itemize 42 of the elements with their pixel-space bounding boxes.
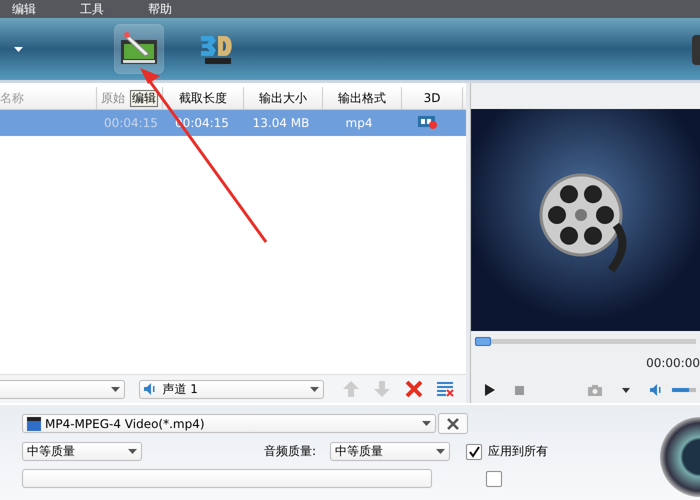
- audio-quality-label: 音频质量:: [264, 443, 316, 460]
- column-header[interactable]: 3D: [402, 87, 463, 109]
- 3d-off-icon: [418, 114, 438, 128]
- audio-track-dropdown[interactable]: 声道 1: [139, 380, 324, 398]
- menu-item[interactable]: 工具: [80, 0, 104, 18]
- edit-video-button[interactable]: [115, 25, 163, 73]
- video-quality-dropdown[interactable]: 中等质量: [22, 442, 142, 461]
- volume-slider[interactable]: [672, 388, 696, 392]
- time-display: 00:00:00: [646, 356, 700, 370]
- caret-icon: [422, 421, 431, 426]
- stop-icon[interactable]: [515, 386, 524, 394]
- caret-icon: [310, 386, 319, 392]
- table-cell: 13.04 MB: [252, 116, 310, 130]
- format-dropdown[interactable]: MP4-MPEG-4 Video(*.mp4): [22, 414, 436, 433]
- column-header[interactable]: 输出大小: [244, 87, 323, 109]
- checkbox[interactable]: [486, 470, 502, 486]
- tooltip: 编辑: [130, 90, 158, 107]
- clapperboard-icon: [27, 416, 41, 430]
- settings-button[interactable]: [438, 413, 468, 434]
- caret-icon: [111, 386, 120, 392]
- caret-icon[interactable]: [14, 46, 23, 52]
- toolbar-button[interactable]: [692, 35, 700, 65]
- table-cell: mp4: [346, 116, 372, 130]
- caret-icon[interactable]: [622, 388, 630, 392]
- film-pencil-icon: [119, 32, 159, 66]
- checkbox[interactable]: [466, 444, 482, 460]
- caret-icon: [436, 449, 446, 454]
- table-cell: 00:04:15: [104, 116, 158, 130]
- menu-item[interactable]: 编辑: [12, 0, 36, 18]
- column-header[interactable]: 截取长度: [163, 87, 244, 109]
- play-icon[interactable]: [485, 384, 495, 396]
- caret-icon: [128, 449, 137, 454]
- column-header[interactable]: 输出格式: [323, 87, 402, 109]
- menu-item[interactable]: 帮助: [148, 0, 172, 18]
- audio-quality-dropdown[interactable]: 中等质量: [330, 442, 450, 461]
- seek-slider[interactable]: [475, 337, 696, 346]
- slider-thumb[interactable]: [475, 337, 491, 346]
- clear-list-icon[interactable]: [436, 380, 454, 398]
- delete-icon[interactable]: [404, 380, 422, 398]
- path-field[interactable]: [22, 469, 432, 488]
- checkbox-label: 应用到所有: [488, 443, 548, 460]
- camera-icon[interactable]: [588, 384, 602, 396]
